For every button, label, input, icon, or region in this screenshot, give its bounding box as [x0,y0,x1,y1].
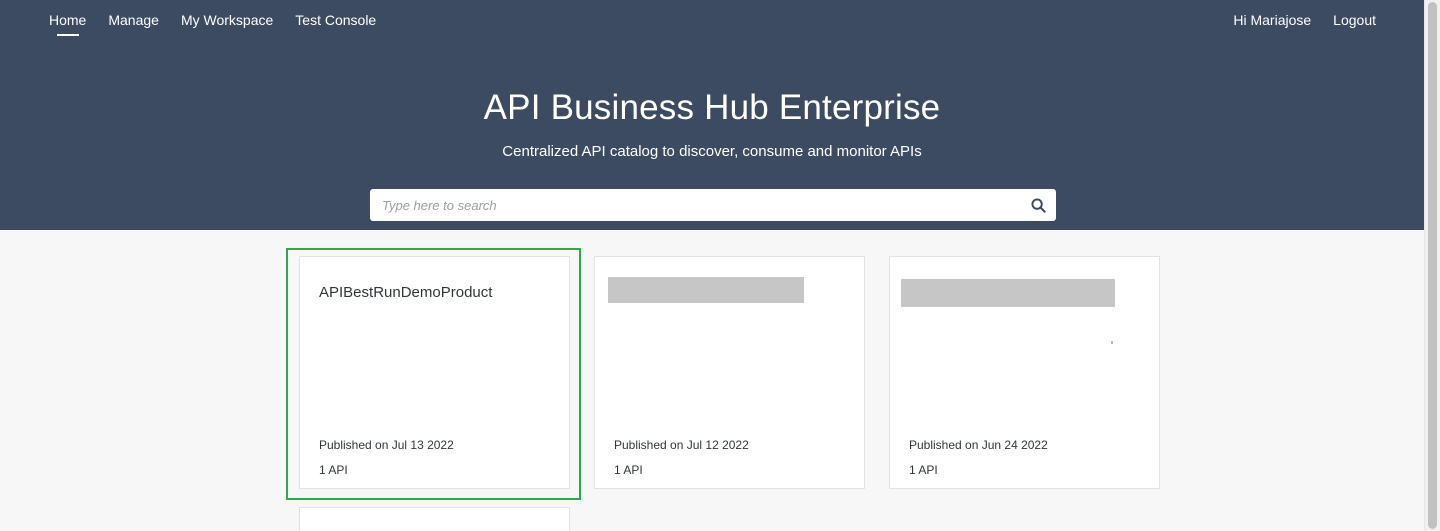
nav-test-console[interactable]: Test Console [295,12,376,28]
search-input[interactable] [370,190,1020,220]
nav-manage[interactable]: Manage [108,12,159,28]
product-card-published-date: Published on Jul 13 2022 [319,438,454,452]
product-card-api-count: 1 API [909,463,938,477]
product-card-published-date: Published on Jun 24 2022 [909,438,1048,452]
product-card-published-date: Published on Jul 12 2022 [614,438,749,452]
product-card[interactable]: Published on Jul 12 2022 1 API [594,256,865,489]
product-card-title[interactable]: APIBestRunDemoProduct [319,284,492,301]
redaction-artifact [1111,341,1113,344]
product-card[interactable]: Published on Jun 24 2022 1 API [889,256,1160,489]
product-card-api-count: 1 API [614,463,643,477]
page-subtitle: Centralized API catalog to discover, con… [502,143,922,160]
header-hero: Home Manage My Workspace Test Console Hi… [0,0,1424,230]
page: Home Manage My Workspace Test Console Hi… [0,0,1424,531]
redacted-title [608,277,804,303]
logout-link[interactable]: Logout [1333,12,1376,28]
redacted-title [901,279,1115,307]
user-nav: Hi Mariajose Logout [1233,12,1376,28]
main-nav: Home Manage My Workspace Test Console [49,12,398,28]
product-card-api-count: 1 API [319,463,348,477]
page-scrollbar[interactable] [1424,0,1440,531]
search-bar [370,189,1056,221]
search-icon[interactable] [1020,189,1056,221]
product-card[interactable] [299,507,570,531]
scrollbar-thumb[interactable] [1428,2,1437,529]
user-greeting[interactable]: Hi Mariajose [1233,12,1311,28]
nav-home[interactable]: Home [49,12,86,28]
product-card[interactable]: APIBestRunDemoProduct Published on Jul 1… [299,256,570,489]
page-title: API Business Hub Enterprise [483,88,941,127]
nav-my-workspace[interactable]: My Workspace [181,12,273,28]
